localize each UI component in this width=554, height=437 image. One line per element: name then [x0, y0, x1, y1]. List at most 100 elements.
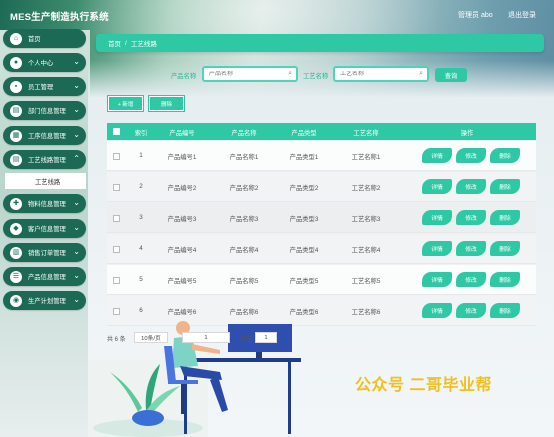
- sidebar-item-personal-center[interactable]: ● 个人中心 ⌄: [3, 53, 86, 72]
- app-title: MES生产制造执行系统: [10, 12, 109, 23]
- breadcrumb: 首页 / 工艺线路: [96, 34, 544, 52]
- sidebar-item-customer[interactable]: ◆ 客户信息管理 ⌄: [3, 219, 86, 238]
- route-name-search[interactable]: ⌕: [333, 66, 429, 82]
- delete-button[interactable]: 删除: [490, 241, 520, 256]
- delete-button[interactable]: 删除: [490, 303, 520, 318]
- search-icon: ⌕: [288, 70, 292, 77]
- breadcrumb-home[interactable]: 首页: [108, 38, 121, 48]
- delete-selected-button[interactable]: 删除: [149, 96, 184, 111]
- chevron-down-icon: ⌄: [73, 57, 80, 66]
- row-checkbox[interactable]: [113, 308, 120, 315]
- detail-button[interactable]: 详情: [422, 179, 452, 194]
- breadcrumb-separator: /: [125, 39, 127, 47]
- sidebar-item-label: 销售订单管理: [28, 250, 66, 257]
- chevron-down-icon: ⌄: [73, 81, 80, 90]
- cell-product-type: 产品类型5: [289, 278, 319, 285]
- top-header: MES生产制造执行系统 管理员 abo 退出登录: [0, 0, 554, 28]
- row-checkbox[interactable]: [113, 277, 120, 284]
- table-row: 3 产品编号3 产品名称3 产品类型3 工艺名称3 详情 修改 删除: [107, 203, 536, 233]
- column-header-index: 索引: [134, 130, 148, 137]
- edit-button[interactable]: 修改: [456, 148, 486, 163]
- delete-button[interactable]: 删除: [490, 179, 520, 194]
- column-header-product-type: 产品类型: [291, 130, 317, 137]
- cell-product-type: 产品类型2: [289, 185, 319, 192]
- select-all-checkbox[interactable]: [113, 128, 120, 135]
- current-page[interactable]: 1: [182, 332, 230, 343]
- user-icon: ●: [10, 56, 22, 69]
- material-icon: ✚: [10, 197, 22, 210]
- sidebar-item-label: 产品信息管理: [28, 274, 66, 281]
- cell-product-code: 产品编号3: [167, 216, 197, 223]
- chevron-down-icon: ⌄: [73, 295, 80, 304]
- edit-button[interactable]: 修改: [456, 179, 486, 194]
- cell-product-code: 产品编号4: [167, 247, 197, 254]
- sidebar-item-sales-order[interactable]: ▥ 销售订单管理 ⌄: [3, 243, 86, 262]
- watermark-text: 公众号 二哥毕业帮: [355, 377, 492, 394]
- product-name-label: 产品名称: [171, 73, 197, 80]
- delete-button[interactable]: 删除: [490, 210, 520, 225]
- sidebar-item-label: 首页: [28, 36, 41, 43]
- table-row: 1 产品编号1 产品名称1 产品类型1 工艺名称1 详情 修改 删除: [107, 141, 536, 171]
- row-checkbox[interactable]: [113, 215, 120, 222]
- sidebar-subitem-route[interactable]: 工艺线路: [5, 173, 86, 189]
- order-icon: ▥: [10, 246, 22, 259]
- customer-icon: ◆: [10, 222, 22, 235]
- column-header-route-name: 工艺名称: [353, 130, 379, 137]
- cell-route-name: 工艺名称2: [351, 185, 381, 192]
- detail-button[interactable]: 详情: [422, 148, 452, 163]
- goto-page-input[interactable]: 1: [255, 332, 277, 343]
- sidebar-item-product[interactable]: ☰ 产品信息管理 ⌄: [3, 267, 86, 286]
- sidebar-item-material[interactable]: ✚ 物料信息管理 ⌄: [3, 194, 86, 213]
- edit-button[interactable]: 修改: [456, 241, 486, 256]
- cell-route-name: 工艺名称3: [351, 216, 381, 223]
- row-checkbox[interactable]: [113, 246, 120, 253]
- sidebar-item-label: 工艺线路管理: [28, 157, 66, 164]
- chevron-down-icon: ⌄: [73, 198, 80, 207]
- product-icon: ☰: [10, 270, 22, 283]
- row-checkbox[interactable]: [113, 153, 120, 160]
- edit-button[interactable]: 修改: [456, 272, 486, 287]
- row-checkbox[interactable]: [113, 184, 120, 191]
- cell-product-type: 产品类型4: [289, 247, 319, 254]
- sidebar-item-label: 工序信息管理: [28, 133, 66, 140]
- cell-product-name: 产品名称5: [229, 278, 259, 285]
- route-name-input[interactable]: [340, 71, 420, 77]
- cell-product-name: 产品名称3: [229, 216, 259, 223]
- sidebar-item-route[interactable]: ▤ 工艺线路管理 ⌃: [3, 150, 86, 169]
- cell-route-name: 工艺名称1: [351, 154, 381, 161]
- cell-product-name: 产品名称4: [229, 247, 259, 254]
- plan-icon: ◉: [10, 294, 22, 307]
- cell-product-code: 产品编号6: [167, 309, 197, 316]
- cell-index: 4: [139, 245, 143, 252]
- goto-label: 前往: [240, 337, 253, 343]
- cell-product-type: 产品类型1: [289, 154, 319, 161]
- cell-product-type: 产品类型3: [289, 216, 319, 223]
- sidebar-item-home[interactable]: ⌂ 首页: [3, 29, 86, 48]
- detail-button[interactable]: 详情: [422, 272, 452, 287]
- product-name-search[interactable]: ⌕: [202, 66, 298, 82]
- product-name-input[interactable]: [209, 71, 289, 77]
- detail-button[interactable]: 详情: [422, 241, 452, 256]
- delete-button[interactable]: 删除: [490, 148, 520, 163]
- detail-button[interactable]: 详情: [422, 210, 452, 225]
- sidebar-item-plan[interactable]: ◉ 生产计划管理 ⌄: [3, 291, 86, 310]
- logout-link[interactable]: 退出登录: [508, 10, 536, 20]
- add-button[interactable]: + 新增: [108, 96, 143, 111]
- chevron-down-icon: ⌄: [73, 130, 80, 139]
- cell-index: 5: [139, 276, 143, 283]
- query-button[interactable]: 查询: [435, 68, 467, 82]
- cell-product-code: 产品编号1: [167, 154, 197, 161]
- edit-button[interactable]: 修改: [456, 210, 486, 225]
- column-header-actions: 操作: [460, 130, 474, 137]
- edit-button[interactable]: 修改: [456, 303, 486, 318]
- sidebar-item-staff[interactable]: ▪ 员工管理 ⌄: [3, 77, 86, 96]
- detail-button[interactable]: 详情: [422, 303, 452, 318]
- sidebar-item-dept[interactable]: ▤ 部门信息管理 ⌄: [3, 101, 86, 120]
- sidebar-item-process[interactable]: ▦ 工序信息管理 ⌄: [3, 126, 86, 145]
- sidebar-item-label: 个人中心: [28, 60, 54, 67]
- table-row: 5 产品编号5 产品名称5 产品类型5 工艺名称5 详情 修改 删除: [107, 265, 536, 295]
- cell-product-code: 产品编号5: [167, 278, 197, 285]
- admin-label: 管理员 abo: [458, 12, 493, 19]
- delete-button[interactable]: 删除: [490, 272, 520, 287]
- page-size-select[interactable]: 10条/页: [134, 332, 168, 343]
